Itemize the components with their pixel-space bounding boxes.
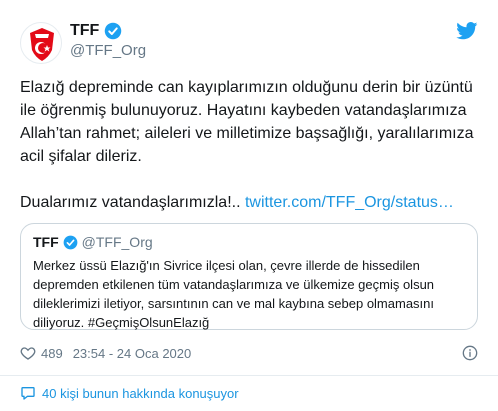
conversation-text[interactable]: 40 kişi bunun hakkında konuşuyor: [42, 386, 239, 401]
handle[interactable]: @TFF_Org: [70, 42, 146, 59]
speech-bubble-icon: [21, 387, 35, 400]
quoted-display-name: TFF: [33, 234, 59, 250]
tweet-line: acil şifalar dileriz.: [20, 148, 142, 165]
tweet-line-with-link: Dualarımız vatandaşlarımızla!.. twitter.…: [20, 191, 480, 214]
display-name[interactable]: TFF: [70, 22, 99, 40]
quoted-text: Merkez üssü Elazığ'ın Sivrice ilçesi ola…: [33, 256, 465, 332]
verified-badge-icon: [63, 235, 78, 249]
verified-badge-icon: [105, 22, 122, 40]
tweet-line: ile öğrenmiş bulunuyoruz. Hayatını kaybe…: [20, 102, 467, 119]
quoted-line: diliyoruz. #GeçmişOlsunElazığ: [33, 315, 210, 330]
like-count[interactable]: 489: [41, 346, 63, 361]
quoted-tweet[interactable]: TFF @TFF_Org Merkez üssü Elazığ'ın Sivri…: [20, 223, 478, 330]
quoted-line: dileklerimizi iletiyor, sarsıntının can …: [33, 296, 435, 311]
avatar[interactable]: [20, 22, 62, 64]
tweet-closing-text: Dualarımız vatandaşlarımızla!..: [20, 194, 241, 211]
timestamp[interactable]: 23:54 - 24 Oca 2020: [73, 346, 192, 361]
status-link[interactable]: twitter.com/TFF_Org/status…: [245, 194, 454, 211]
twitter-bird-icon[interactable]: [456, 22, 478, 40]
heart-icon[interactable]: [20, 345, 36, 361]
tweet-text: Elazığ depreminde can kayıplarımızın old…: [20, 76, 480, 214]
divider: [0, 375, 498, 376]
tweet-line: Allah’tan rahmet; aileleri ve milletimiz…: [20, 125, 474, 142]
tweet-line: Elazığ depreminde can kayıplarımızın old…: [20, 79, 473, 96]
quoted-handle: @TFF_Org: [81, 234, 153, 250]
quoted-line: Merkez üssü Elazığ'ın Sivrice ilçesi ola…: [33, 258, 420, 273]
tweet-meta: 489 23:54 - 24 Oca 2020: [20, 345, 191, 361]
tff-logo-icon: [30, 28, 54, 61]
info-icon[interactable]: [462, 345, 478, 361]
quoted-line: depremden etkilenen tüm vatandaşlarımıza…: [33, 277, 435, 292]
embedded-tweet-card: TFF @TFF_Org Elazığ depreminde can kayıp…: [0, 0, 498, 411]
conversation-link[interactable]: 40 kişi bunun hakkında konuşuyor: [20, 385, 239, 401]
